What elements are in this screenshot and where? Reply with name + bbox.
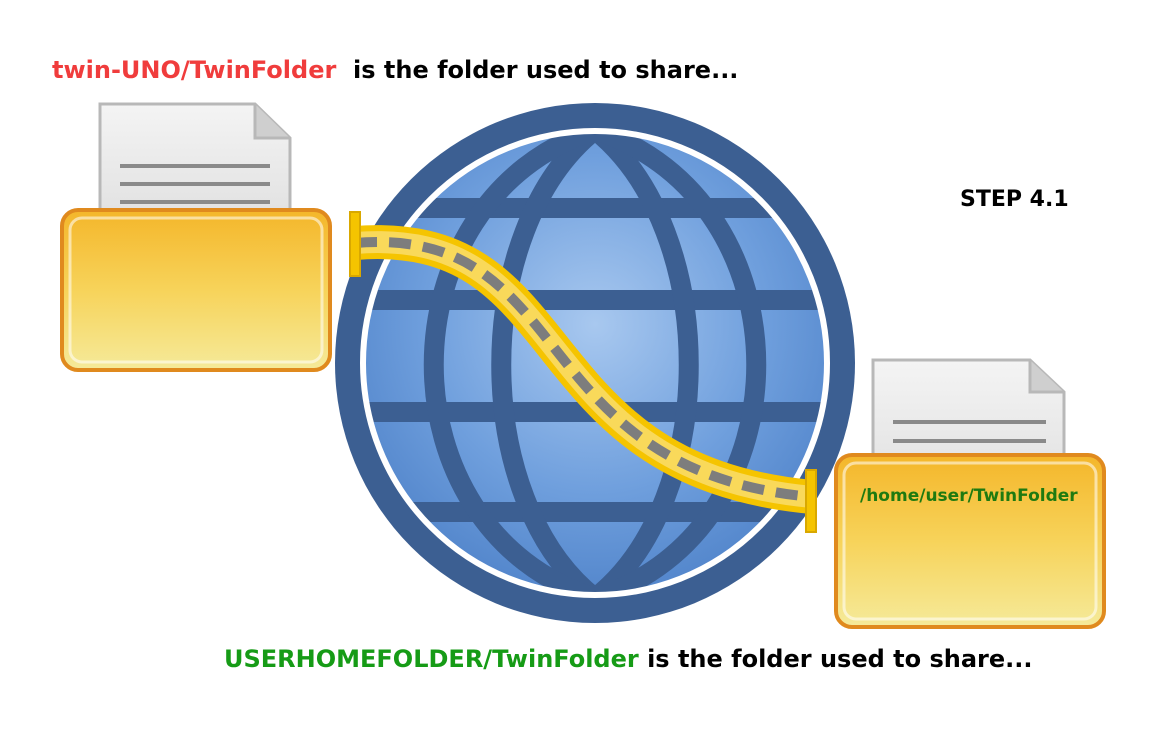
- caption-top-text: is the folder used to share...: [353, 56, 739, 84]
- right-folder-label: /home/user/TwinFolder: [860, 486, 1078, 506]
- caption-top: twin-UNO/TwinFolder is the folder used t…: [52, 56, 738, 84]
- user-home-folder-path: USERHOMEFOLDER/TwinFolder: [224, 645, 639, 673]
- step-label: STEP 4.1: [960, 187, 1069, 212]
- twin-uno-folder-path: twin-UNO/TwinFolder: [52, 56, 337, 84]
- globe-network-icon: [335, 103, 855, 623]
- caption-bottom-text: is the folder used to share...: [647, 645, 1033, 673]
- sharing-diagram: [60, 102, 1106, 629]
- left-folder-icon: [60, 102, 332, 372]
- caption-bottom: USERHOMEFOLDER/TwinFolder is the folder …: [224, 645, 1032, 673]
